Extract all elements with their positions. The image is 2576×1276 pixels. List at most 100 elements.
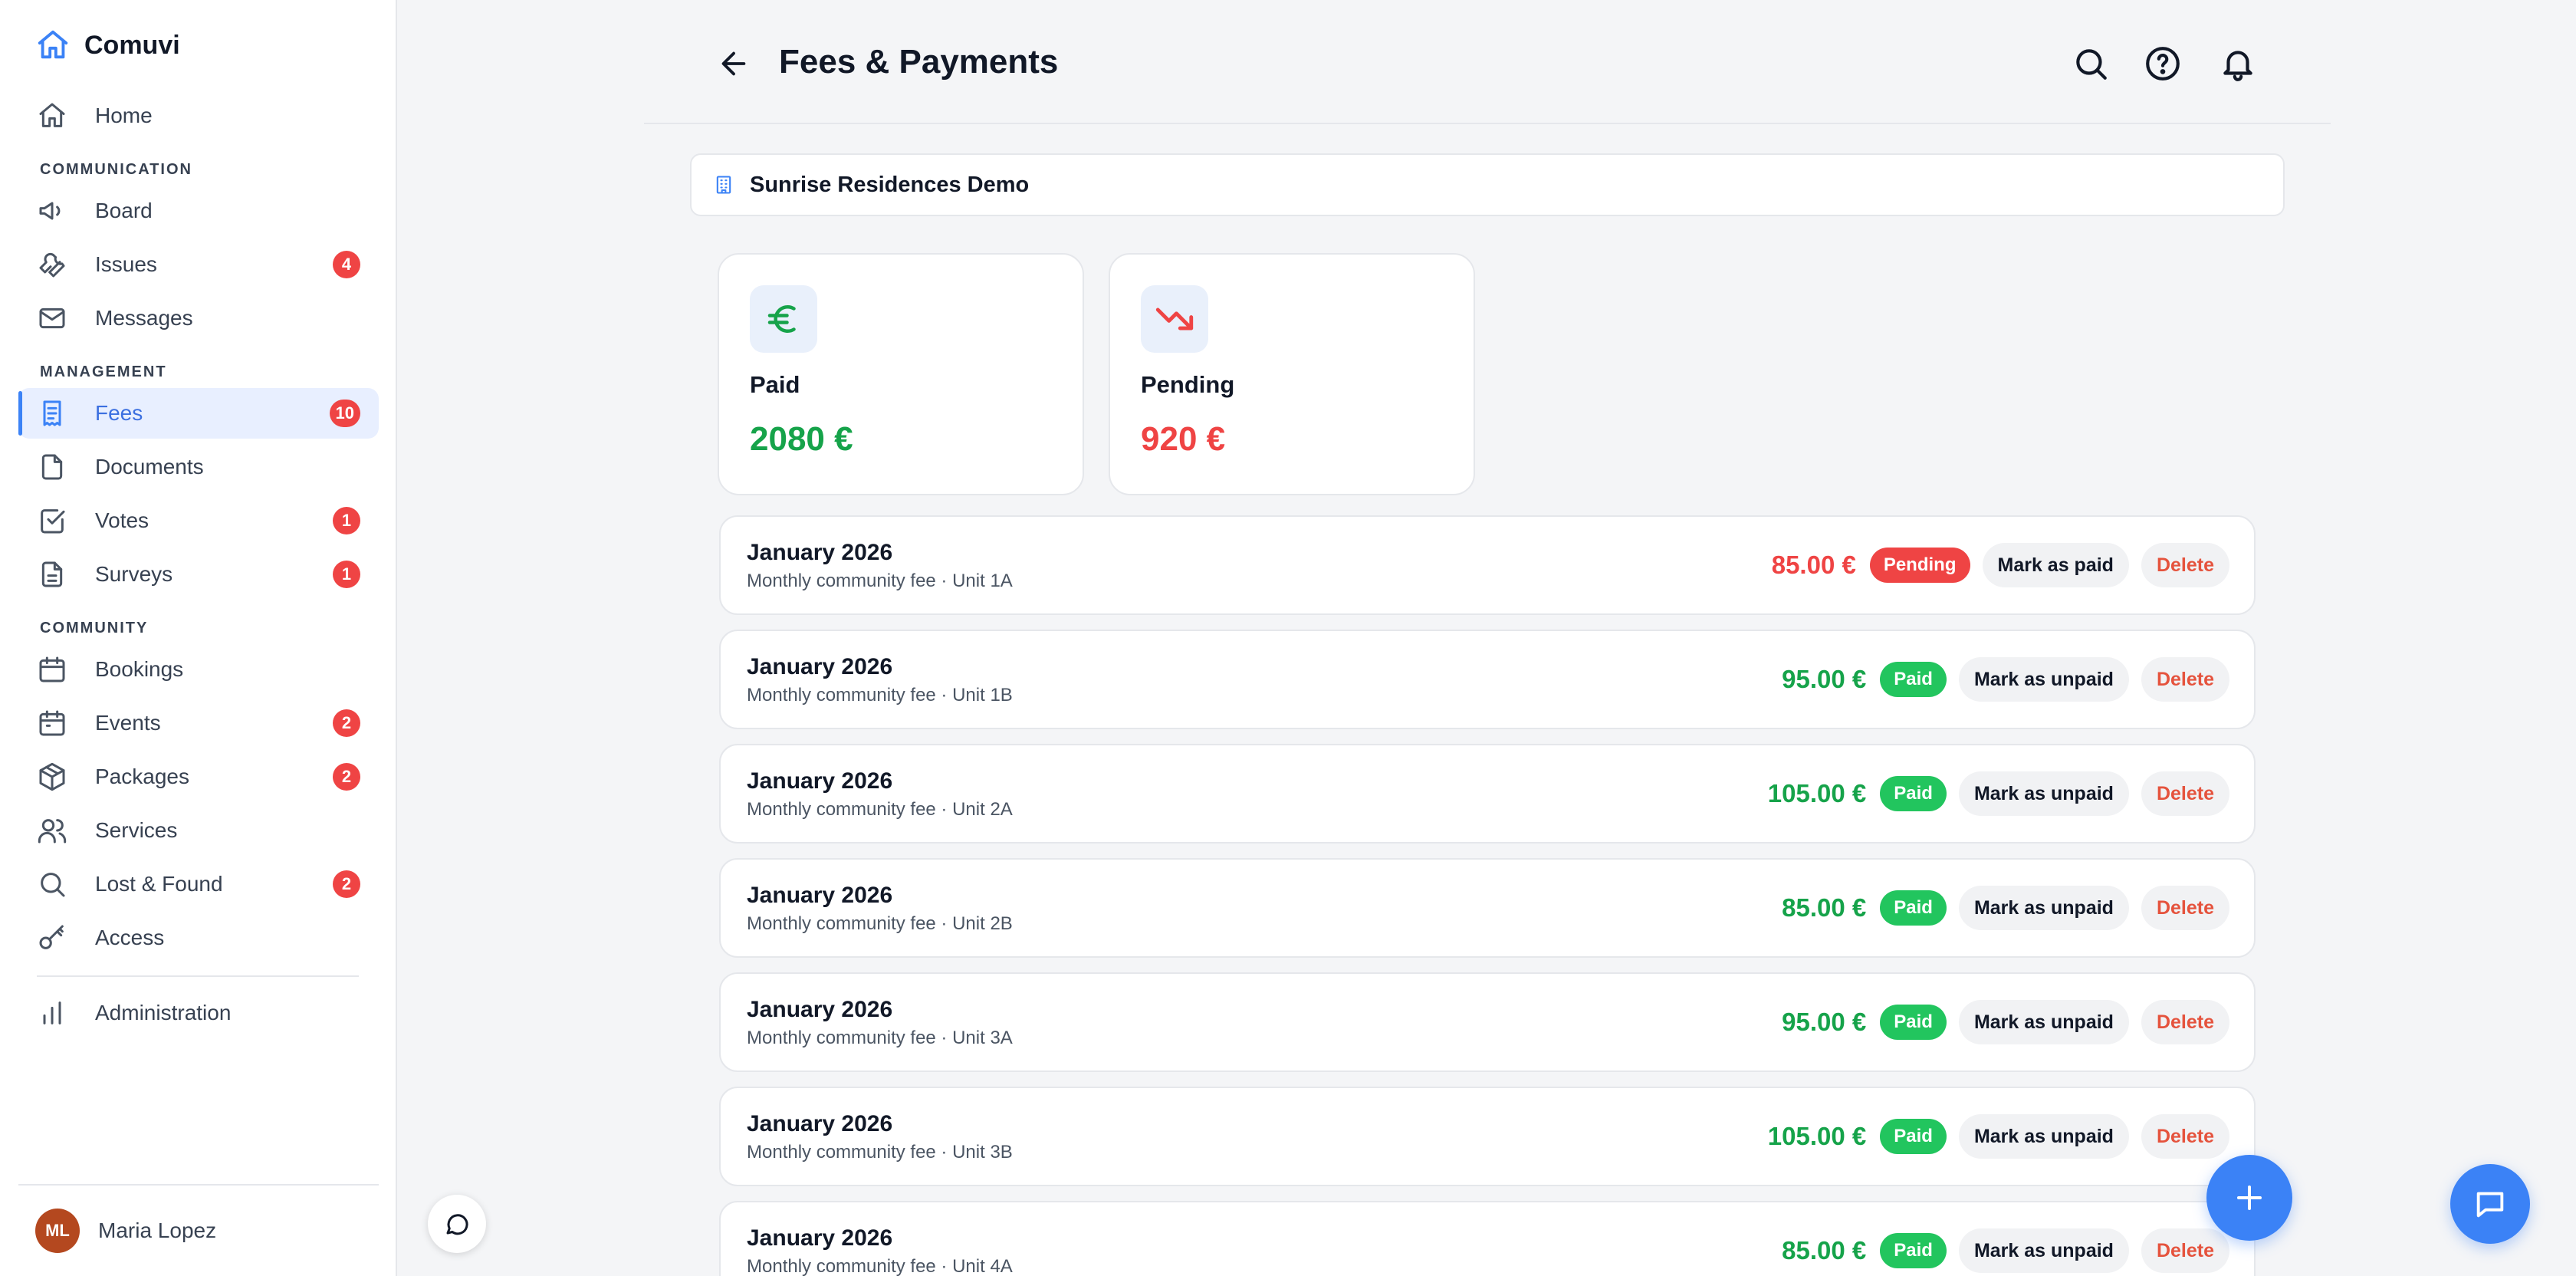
avatar: ML [35, 1209, 80, 1253]
sidebar-item-bookings[interactable]: Bookings [18, 644, 379, 695]
status-badge: Paid [1880, 1005, 1947, 1040]
community-name: Sunrise Residences Demo [750, 172, 1030, 197]
brand[interactable]: Comuvi [35, 28, 180, 63]
mark-as-unpaid-button[interactable]: Mark as unpaid [1958, 886, 2129, 930]
pending-total: 920 € [1141, 420, 1226, 458]
status-badge: Pending [1869, 548, 1970, 583]
back-button[interactable] [716, 46, 751, 81]
plus-icon [2231, 1179, 2268, 1216]
sidebar-item-messages[interactable]: Messages [18, 293, 379, 344]
sidebar-item-services[interactable]: Services [18, 805, 379, 856]
delete-button[interactable]: Delete [2141, 886, 2229, 930]
file-icon [37, 452, 67, 482]
fee-row: January 2026 Monthly community fee · Uni… [719, 515, 2256, 615]
mark-as-unpaid-button[interactable]: Mark as unpaid [1958, 771, 2129, 816]
sidebar-item-issues[interactable]: Issues 4 [18, 239, 379, 290]
fee-period: January 2026 [747, 883, 893, 908]
sidebar-item-events[interactable]: Events 2 [18, 698, 379, 748]
fee-amount: 105.00 € [1767, 1122, 1867, 1150]
fee-row: January 2026 Monthly community fee · Uni… [719, 1201, 2256, 1276]
fee-row: January 2026 Monthly community fee · Uni… [719, 1087, 2256, 1186]
megaphone-icon [37, 196, 67, 226]
sidebar-item-label: Administration [95, 1001, 232, 1024]
fee-amount: 105.00 € [1767, 779, 1867, 807]
status-badge: Paid [1880, 776, 1947, 811]
paid-total: 2080 € [750, 420, 853, 458]
sidebar-item-label: Messages [95, 306, 193, 330]
sidebar-item-label: Documents [95, 455, 204, 479]
mark-as-unpaid-button[interactable]: Mark as unpaid [1958, 1228, 2129, 1273]
package-icon [37, 761, 67, 792]
wrench-icon [37, 249, 67, 280]
mark-as-unpaid-button[interactable]: Mark as unpaid [1958, 657, 2129, 702]
sidebar-item-documents[interactable]: Documents [18, 442, 379, 492]
fee-description: Monthly community fee · Unit 2A [747, 799, 1013, 820]
sidebar-item-label: Issues [95, 252, 157, 276]
fee-amount: 95.00 € [1782, 1008, 1867, 1036]
events-count-badge: 2 [333, 709, 360, 737]
fee-description: Monthly community fee · Unit 1A [747, 571, 1013, 591]
sidebar-item-label: Votes [95, 508, 150, 532]
sidebar-item-packages[interactable]: Packages 2 [18, 751, 379, 802]
delete-button[interactable]: Delete [2141, 1114, 2229, 1159]
mark-as-unpaid-button[interactable]: Mark as unpaid [1958, 1000, 2129, 1044]
sidebar-divider [37, 975, 359, 977]
status-badge: Paid [1880, 662, 1947, 697]
calendar-event-icon [37, 708, 67, 738]
sidebar-item-label: Bookings [95, 657, 184, 681]
chat-button[interactable] [428, 1195, 486, 1253]
fee-row: January 2026 Monthly community fee · Uni… [719, 630, 2256, 729]
delete-button[interactable]: Delete [2141, 657, 2229, 702]
delete-button[interactable]: Delete [2141, 1228, 2229, 1273]
home-icon [35, 28, 71, 63]
fee-period: January 2026 [747, 768, 893, 794]
fee-description: Monthly community fee · Unit 3A [747, 1028, 1013, 1048]
issues-count-badge: 4 [333, 251, 360, 278]
fee-period: January 2026 [747, 1111, 893, 1136]
sidebar-item-home[interactable]: Home [18, 90, 379, 141]
sidebar-item-votes[interactable]: Votes 1 [18, 495, 379, 546]
status-badge: Paid [1880, 1233, 1947, 1268]
message-square-icon [2472, 1186, 2508, 1222]
fee-amount: 95.00 € [1782, 665, 1867, 693]
sidebar-item-label: Home [95, 104, 153, 127]
notifications-button[interactable] [2219, 44, 2257, 83]
sidebar-item-label: Lost & Found [95, 872, 223, 896]
sidebar-item-fees[interactable]: Fees 10 [18, 388, 379, 439]
support-chat-button[interactable] [2450, 1164, 2530, 1244]
sidebar-item-access[interactable]: Access [18, 913, 379, 963]
help-circle-icon [2144, 44, 2182, 83]
help-button[interactable] [2144, 44, 2182, 83]
sidebar-item-surveys[interactable]: Surveys 1 [18, 549, 379, 600]
status-badge: Paid [1880, 890, 1947, 926]
packages-count-badge: 2 [333, 763, 360, 791]
fee-row: January 2026 Monthly community fee · Uni… [719, 972, 2256, 1072]
sidebar-item-administration[interactable]: Administration [18, 988, 379, 1038]
pending-summary-card: Pending 920 € [1109, 253, 1475, 495]
user-profile[interactable]: ML Maria Lopez [35, 1209, 216, 1253]
votes-count-badge: 1 [333, 507, 360, 534]
fee-amount: 85.00 € [1782, 893, 1867, 922]
delete-button[interactable]: Delete [2141, 771, 2229, 816]
delete-button[interactable]: Delete [2141, 543, 2229, 587]
fee-description: Monthly community fee · Unit 1B [747, 685, 1013, 705]
delete-button[interactable]: Delete [2141, 1000, 2229, 1044]
add-fee-button[interactable] [2206, 1155, 2292, 1241]
sidebar-item-lost-found[interactable]: Lost & Found 2 [18, 859, 379, 909]
community-selector[interactable]: Sunrise Residences Demo [690, 153, 2285, 216]
paid-summary-card: Paid 2080 € [718, 253, 1084, 495]
mark-as-unpaid-button[interactable]: Mark as unpaid [1958, 1114, 2129, 1159]
search-button[interactable] [2072, 44, 2110, 83]
lost-found-count-badge: 2 [333, 870, 360, 898]
bar-chart-icon [37, 998, 67, 1028]
fee-amount: 85.00 € [1771, 551, 1856, 579]
mark-as-paid-button[interactable]: Mark as paid [1982, 543, 2129, 587]
user-name: Maria Lopez [98, 1218, 217, 1242]
fee-period: January 2026 [747, 540, 893, 565]
sidebar-item-label: Events [95, 711, 161, 735]
users-icon [37, 815, 67, 846]
sidebar-item-board[interactable]: Board [18, 186, 379, 236]
fee-row: January 2026 Monthly community fee · Uni… [719, 858, 2256, 958]
fee-period: January 2026 [747, 654, 893, 679]
sidebar-item-label: Board [95, 199, 153, 222]
